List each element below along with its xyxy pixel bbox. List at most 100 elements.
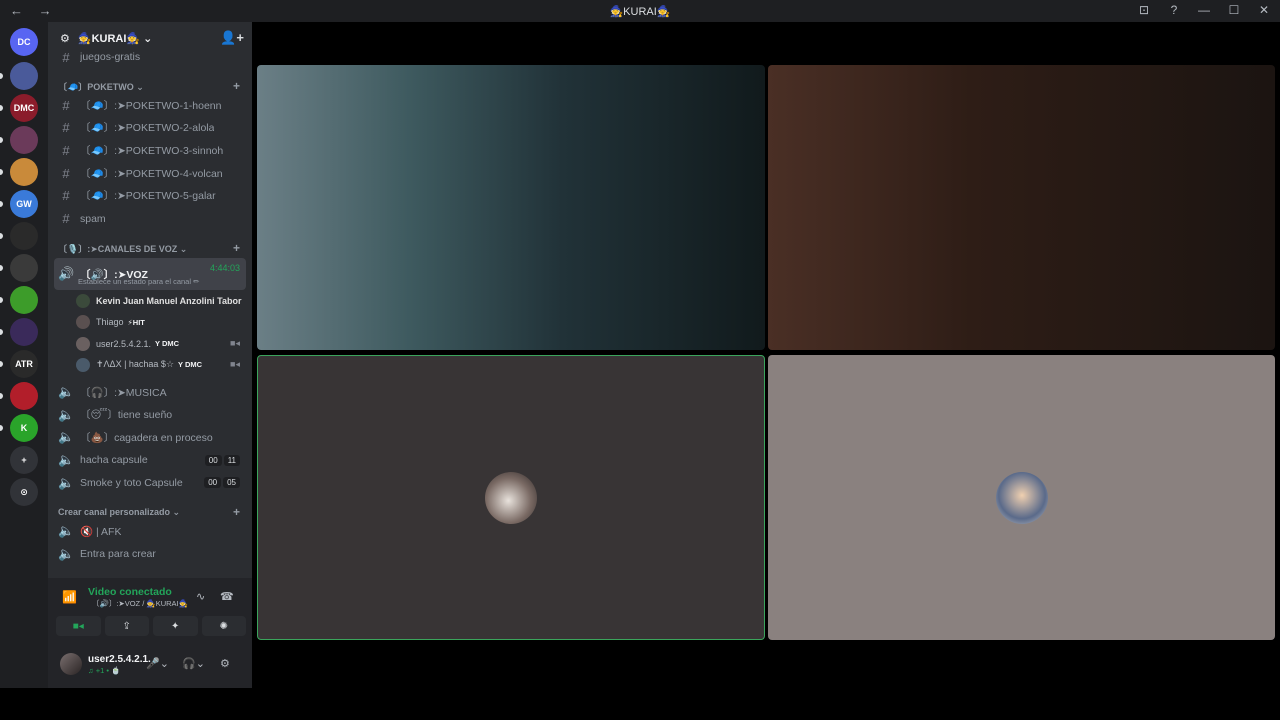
channel-item[interactable]: # 〔🧢〕:➤POKETWO-5-galar: [54, 185, 246, 207]
help-icon[interactable]: ?: [1166, 3, 1182, 17]
user-panel: user2.5.4.2.1. ♫ +1 • 🍵 🎤⌄ 🎧⌄ ⚙: [48, 644, 252, 688]
speaker-icon: 🔈: [58, 474, 75, 490]
channel-item[interactable]: # 〔🧢〕:➤POKETWO-1-hoenn: [54, 94, 246, 116]
channel-item[interactable]: 🔈 〔😴〕tiene sueño: [54, 404, 246, 426]
server-icon[interactable]: DMC: [10, 94, 38, 122]
server-list: DC DMC GW ATR K + ⊙: [0, 22, 48, 688]
category-header[interactable]: 〔🧢〕POKETWO ⌄ +: [58, 78, 246, 94]
add-channel-icon[interactable]: +: [233, 79, 240, 93]
voice-status-channel: 〔🔊〕:➤VOZ / 🧙KURAI🧙: [92, 599, 188, 608]
avatar[interactable]: [60, 653, 82, 675]
voice-user[interactable]: ✝ΛΔX | hachaa $☆ Y DMC ■◂: [76, 355, 246, 375]
user-name[interactable]: user2.5.4.2.1.: [88, 654, 151, 665]
title-bar: ← → 🧙KURAI🧙 ⊡ ? — ☐ ✕: [0, 0, 1280, 22]
microphone-icon[interactable]: 🎤⌄: [146, 657, 169, 670]
voice-user[interactable]: Kevin Juan Manuel Anzolini Tabor: [76, 291, 246, 311]
speaker-icon: 🔈: [58, 429, 75, 445]
server-settings-icon[interactable]: ⚙: [60, 32, 70, 45]
unread-indicator: [0, 393, 3, 399]
category-header[interactable]: 〔🎙️〕:➤CANALES DE VOZ ⌄ +: [58, 240, 246, 256]
server-icon[interactable]: [10, 158, 38, 186]
server-icon[interactable]: DC: [10, 28, 38, 56]
server-icon[interactable]: +: [10, 446, 38, 474]
server-icon[interactable]: [10, 318, 38, 346]
unread-indicator: [0, 329, 3, 335]
voice-status-title[interactable]: Video conectado: [88, 586, 172, 598]
unread-indicator: [0, 73, 3, 79]
add-channel-icon[interactable]: +: [233, 241, 240, 255]
video-tile[interactable]: [257, 65, 765, 350]
channel-item[interactable]: 🔊 〔🔊〕:➤VOZ 4:44:03 Establece un estado para…: [54, 258, 246, 290]
channel-status[interactable]: Establece un estado para el canal ✏: [78, 277, 199, 286]
camera-button[interactable]: ■◂: [56, 616, 101, 636]
unread-indicator: [0, 297, 3, 303]
avatar: [76, 357, 90, 372]
hashtag-icon: #: [62, 165, 70, 181]
maximize-button[interactable]: ☐: [1226, 3, 1242, 17]
activities-button[interactable]: ✦: [153, 616, 198, 636]
channel-label: 〔🧢〕:➤POKETWO-1-hoenn: [80, 99, 222, 112]
inbox-icon[interactable]: ⊡: [1136, 3, 1152, 17]
headphones-icon[interactable]: 🎧⌄: [182, 657, 205, 670]
voice-user[interactable]: Thiago ⚡HIT: [76, 312, 246, 332]
disconnect-icon[interactable]: ☎: [220, 590, 234, 603]
category-header[interactable]: Crear canal personalizado ⌄ +: [58, 504, 246, 520]
invite-people-icon[interactable]: 👤+: [220, 30, 244, 46]
channel-label: spam: [80, 212, 106, 225]
server-icon[interactable]: [10, 286, 38, 314]
server-icon[interactable]: ATR: [10, 350, 38, 378]
user-status: ♫ +1 • 🍵: [88, 666, 121, 675]
server-icon[interactable]: [10, 222, 38, 250]
window-title: 🧙KURAI🧙: [609, 6, 671, 18]
channel-item[interactable]: 🔈 〔💩〕cagadera en proceso: [54, 426, 246, 448]
hashtag-icon: #: [62, 142, 70, 158]
server-icon[interactable]: [10, 254, 38, 282]
server-icon[interactable]: [10, 126, 38, 154]
unread-indicator: [0, 265, 3, 271]
channel-item[interactable]: # 〔🧢〕:➤POKETWO-3-sinnoh: [54, 139, 246, 161]
channel-item[interactable]: # 〔🧢〕:➤POKETWO-2-alola: [54, 117, 246, 139]
close-button[interactable]: ✕: [1256, 3, 1272, 17]
server-icon[interactable]: GW: [10, 190, 38, 218]
window-controls: ⊡ ? — ☐ ✕: [1136, 3, 1272, 17]
channel-item[interactable]: # 〔🧢〕:➤POKETWO-4-volcan: [54, 162, 246, 184]
video-tile[interactable]: [768, 65, 1275, 350]
channel-label: 〔😴〕tiene sueño: [80, 409, 173, 422]
channel-item[interactable]: 🔈 Entra para crear: [54, 543, 246, 565]
server-icon[interactable]: [10, 62, 38, 90]
server-name[interactable]: 🧙KURAI🧙 ⌄: [78, 32, 153, 45]
voice-user[interactable]: user2.5.4.2.1. Y DMC ■◂: [76, 334, 246, 354]
bottom-strip: [0, 688, 1280, 720]
server-icon[interactable]: [10, 382, 38, 410]
add-channel-icon[interactable]: +: [233, 505, 240, 519]
hashtag-icon: #: [62, 120, 70, 136]
channel-item[interactable]: 🔈 Smoke y toto Capsule 00 05: [54, 472, 246, 494]
channel-item[interactable]: # juegos-gratis: [54, 46, 246, 68]
channel-item[interactable]: # spam: [54, 208, 246, 230]
channel-item[interactable]: 🔈 〔🎧〕:➤MUSICA: [54, 381, 246, 403]
unread-indicator: [0, 169, 3, 175]
minimize-button[interactable]: —: [1196, 3, 1212, 17]
noise-suppression-icon[interactable]: ∿: [196, 590, 205, 603]
count-value: 00: [204, 477, 222, 489]
server-icon[interactable]: K: [10, 414, 38, 442]
video-stage: [252, 22, 1280, 688]
category-label: 〔🧢〕POKETWO ⌄: [58, 81, 144, 92]
unread-indicator: [0, 201, 3, 207]
hashtag-icon: #: [62, 49, 70, 65]
settings-gear-icon[interactable]: ⚙: [220, 657, 230, 670]
speaker-icon: 🔈: [58, 546, 75, 561]
channel-item[interactable]: 🔈 hacha capsule 00 11: [54, 449, 246, 471]
signal-icon[interactable]: 📶: [62, 590, 77, 604]
category-label: 〔🎙️〕:➤CANALES DE VOZ ⌄: [58, 243, 188, 254]
soundboard-button[interactable]: ✺: [201, 616, 246, 636]
hashtag-icon: #: [62, 97, 70, 113]
avatar: [76, 336, 90, 351]
server-icon[interactable]: ⊙: [10, 478, 38, 506]
avatar: [76, 294, 90, 308]
avatar-tile[interactable]: [768, 355, 1275, 640]
speaker-icon: 🔊: [58, 266, 75, 281]
screen-share-button[interactable]: ⇪: [104, 616, 149, 636]
channel-item[interactable]: 🔈 🔇 | AFK: [54, 520, 246, 542]
avatar-tile[interactable]: [257, 355, 765, 640]
